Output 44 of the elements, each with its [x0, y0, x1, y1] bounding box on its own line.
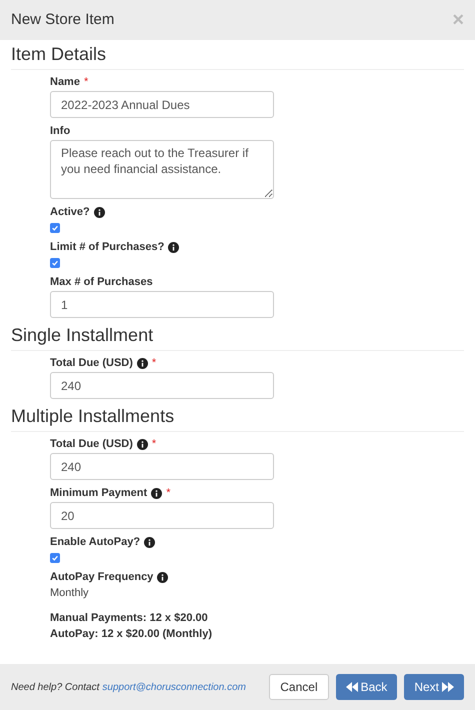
field-label: Total Due (USD)	[50, 356, 133, 371]
info-icon[interactable]	[168, 242, 180, 252]
text-field[interactable]: 240	[50, 372, 274, 399]
help-text: Need help? Contact	[11, 680, 100, 694]
field-label: Enable AutoPay?	[50, 534, 140, 550]
required-mark: *	[166, 486, 170, 501]
info-icon[interactable]	[136, 438, 148, 450]
info-icon[interactable]	[144, 536, 156, 548]
info-textarea[interactable]: Please reach out to the Treasurer if you need financial assistance.	[50, 140, 274, 199]
checkbox[interactable]	[50, 223, 60, 233]
info-icon[interactable]	[136, 358, 148, 368]
field-label: AutoPay Frequency	[50, 570, 154, 585]
field-label: Max # of Purchases	[50, 274, 153, 290]
section-heading: Single Installment	[11, 325, 154, 345]
field-label: Name	[50, 74, 80, 90]
support-email-link[interactable]: support@chorusconnection.com	[102, 680, 246, 694]
info-icon[interactable]	[94, 206, 105, 218]
text-field[interactable]: 240	[50, 453, 274, 480]
checkbox[interactable]	[50, 553, 60, 563]
field-label: Total Due (USD)	[50, 436, 133, 452]
text-field[interactable]: 2022-2023 Annual Dues	[50, 91, 274, 118]
payment-summary: AutoPay: 12 x $20.00 (Monthly)	[50, 626, 213, 642]
cancel-button[interactable]: Cancel	[269, 674, 329, 700]
field-label: Minimum Payment	[50, 486, 148, 501]
payment-summary: Manual Payments: 12 x $20.00	[50, 610, 209, 626]
field-value: Monthly	[50, 586, 90, 601]
back-button[interactable]: Back	[336, 674, 398, 700]
field-label: Active?	[50, 204, 90, 220]
required-mark: *	[152, 436, 156, 452]
dialog-title: New Store Item	[11, 10, 114, 30]
checkbox[interactable]	[50, 258, 60, 268]
info-icon[interactable]	[151, 488, 162, 498]
next-button[interactable]: Next	[404, 674, 464, 700]
rewind-icon	[346, 682, 358, 692]
text-field[interactable]: 1	[50, 291, 274, 318]
fast-forward-icon	[442, 682, 454, 692]
field-label: Limit # of Purchases?	[50, 240, 164, 255]
info-icon[interactable]	[157, 572, 168, 582]
required-mark: *	[84, 74, 88, 90]
field-label: Info	[50, 124, 70, 139]
text-field[interactable]: 20	[50, 502, 274, 529]
section-heading: Item Details	[11, 44, 106, 64]
required-mark: *	[152, 356, 156, 371]
section-heading: Multiple Installments	[11, 406, 174, 426]
